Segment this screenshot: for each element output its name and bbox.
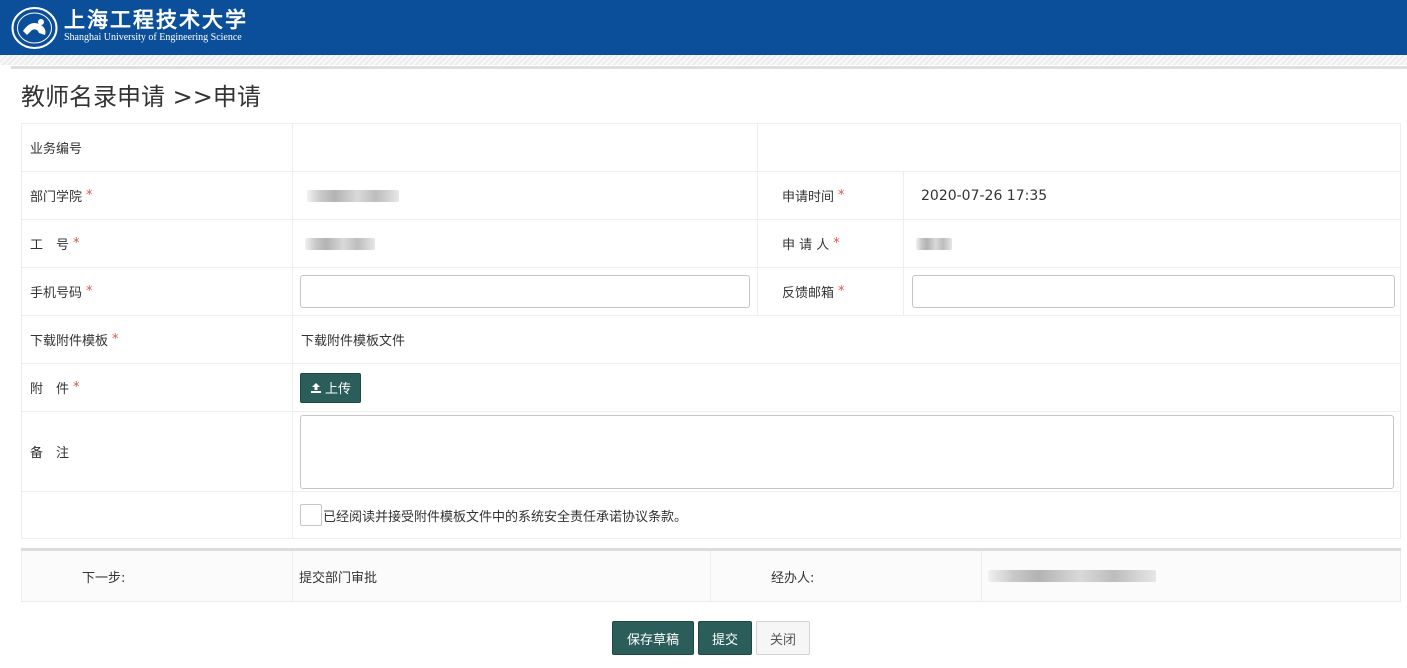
phone-label: 手机号码 * (22, 268, 293, 315)
apply-time-label: 申请时间 * (758, 172, 904, 219)
business-no-empty (758, 124, 1402, 171)
dept-value (293, 172, 758, 219)
submit-button[interactable]: 提交 (698, 621, 752, 655)
attachment-cell: 上传 (293, 364, 1402, 411)
template-label: 下载附件模板 * (22, 316, 293, 363)
university-seal-icon (11, 7, 58, 49)
staff-no-value (293, 220, 758, 267)
page-title: 教师名录申请 >>申请 (21, 83, 261, 111)
business-no-label: 业务编号 (22, 124, 293, 171)
remark-textarea[interactable] (300, 414, 1394, 489)
content-top-border (11, 66, 1407, 69)
form-row-staff-no: 工 号 * 申 请 人 * (22, 220, 1400, 268)
redacted-handler (988, 570, 1156, 582)
staff-no-label: 工 号 * (22, 220, 293, 267)
apply-time-value: 2020-07-26 17:35 (921, 187, 1048, 204)
header-stripe (0, 55, 1407, 65)
agreement-label-empty (22, 492, 293, 538)
remark-label: 备 注 (22, 412, 293, 491)
template-download-link[interactable]: 下载附件模板文件 (301, 330, 405, 349)
redacted-staff-no (305, 237, 375, 250)
email-input[interactable] (912, 275, 1395, 308)
next-step-label: 下一步: (22, 551, 293, 601)
university-name-cn: 上海工程技术大学 (64, 7, 248, 32)
phone-input[interactable] (300, 275, 750, 308)
save-draft-button[interactable]: 保存草稿 (612, 621, 694, 655)
agree-checkbox[interactable] (300, 504, 322, 526)
workflow-panel: 下一步: 提交部门审批 经办人: (21, 551, 1401, 602)
upload-icon (310, 382, 321, 393)
form-row-business-no: 业务编号 (22, 124, 1400, 172)
form-row-dept: 部门学院 * 申请时间 * 2020-07-26 17:35 (22, 172, 1400, 220)
email-label: 反馈邮箱 * (758, 268, 904, 315)
application-form: 业务编号 部门学院 * 申请时间 * 2020-07-26 17:35 工 号 * 申… (21, 123, 1401, 539)
dept-label: 部门学院 * (22, 172, 293, 219)
form-row-template: 下载附件模板 * 下载附件模板文件 (22, 316, 1400, 364)
university-name-en: Shanghai University of Engineering Scien… (64, 32, 242, 43)
agreement-cell: 已经阅读并接受附件模板文件中的系统安全责任承诺协议条款。 (293, 492, 1402, 538)
redacted-dept (307, 189, 399, 202)
close-button[interactable]: 关闭 (756, 621, 810, 655)
upload-button-label: 上传 (324, 382, 351, 397)
form-row-attachment: 附 件 * 上传 (22, 364, 1400, 412)
site-header: 上海工程技术大学 Shanghai University of Engineer… (0, 0, 1407, 55)
redacted-applicant (916, 237, 952, 250)
next-step-value: 提交部门审批 (293, 551, 711, 601)
remark-cell (293, 412, 1402, 491)
form-row-phone: 手机号码 * 反馈邮箱 * (22, 268, 1400, 316)
agree-text: 已经阅读并接受附件模板文件中的系统安全责任承诺协议条款。 (323, 509, 688, 525)
form-row-remark: 备 注 (22, 412, 1400, 492)
template-cell: 下载附件模板文件 (293, 316, 1402, 363)
applicant-label: 申 请 人 * (758, 220, 904, 267)
attachment-label: 附 件 * (22, 364, 293, 411)
applicant-value (904, 220, 1402, 267)
business-no-value (293, 124, 758, 171)
form-row-agreement: 已经阅读并接受附件模板文件中的系统安全责任承诺协议条款。 (22, 492, 1400, 538)
email-cell (904, 268, 1402, 315)
handler-label: 经办人: (711, 551, 982, 601)
handler-value (982, 551, 1402, 601)
phone-cell (293, 268, 758, 315)
upload-button[interactable]: 上传 (300, 372, 361, 403)
